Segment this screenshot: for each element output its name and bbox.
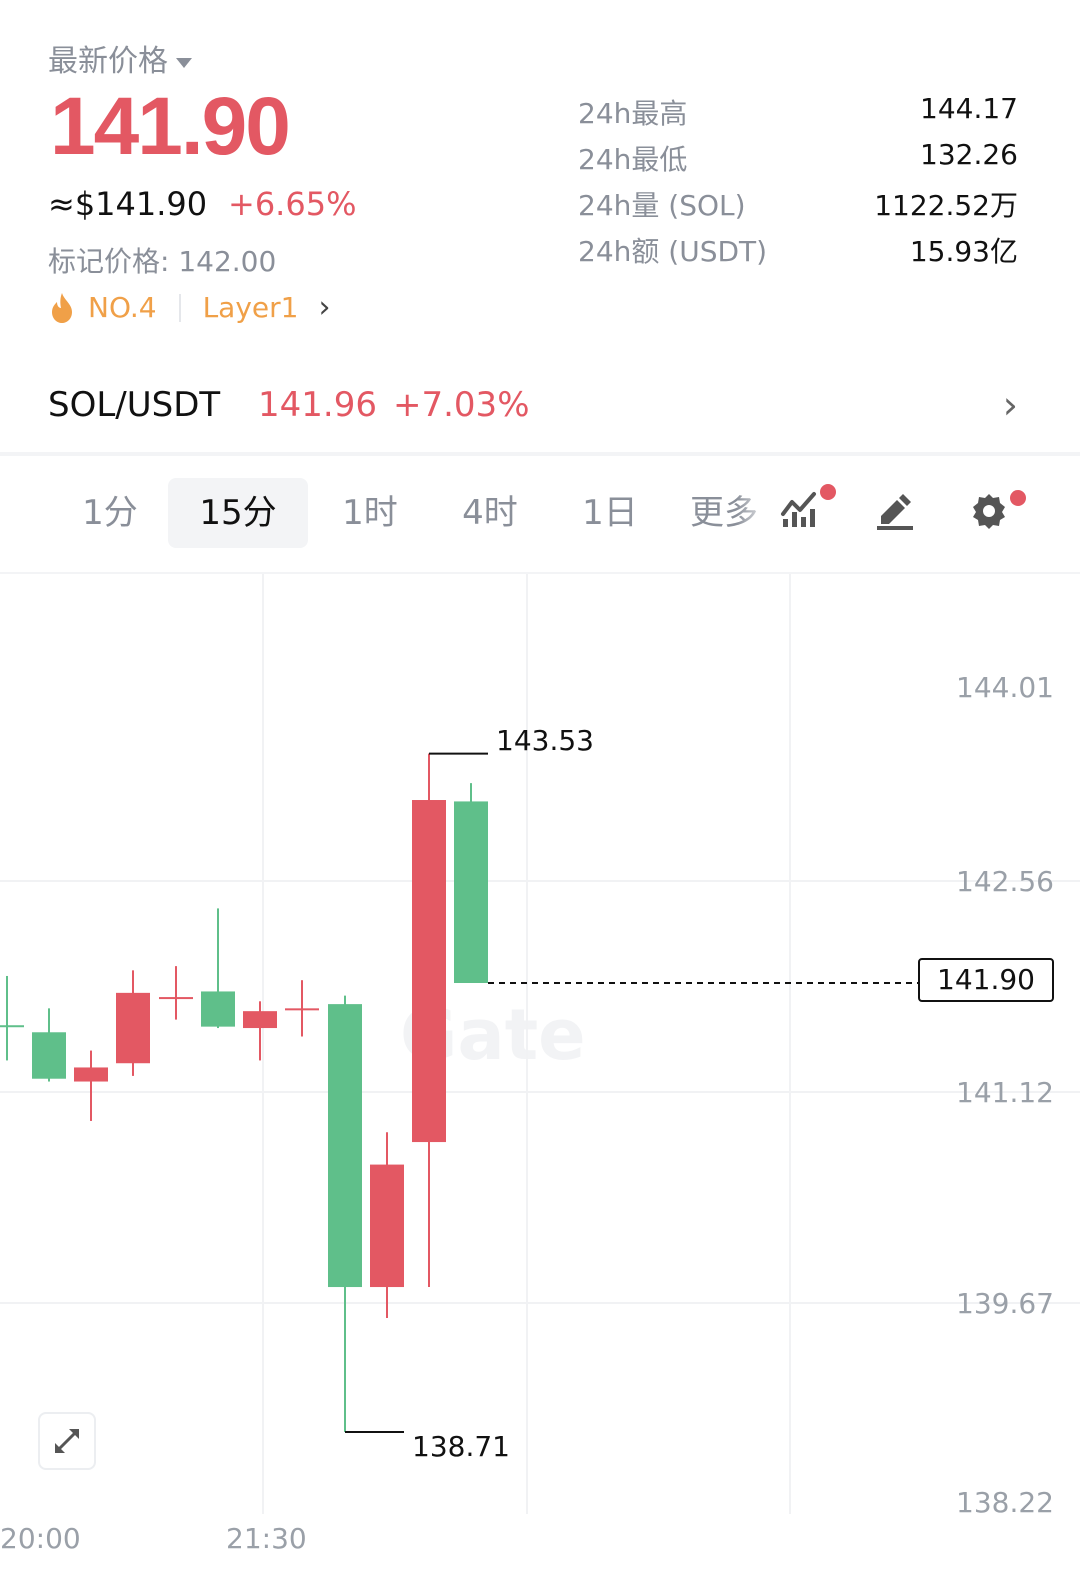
section-divider — [0, 452, 1080, 456]
candle-body — [116, 992, 150, 1064]
tab-4h[interactable]: 4时 — [440, 478, 540, 548]
stat-label: 24h最高 — [578, 97, 688, 130]
candle-body — [74, 1067, 108, 1082]
stat-row-low: 24h最低 132.26 — [578, 138, 1018, 178]
notification-dot — [1010, 490, 1026, 506]
x-tick-label: 20:00 — [0, 1522, 81, 1555]
candle-body — [454, 801, 488, 984]
draw-button[interactable] — [875, 492, 915, 534]
stat-row-amount: 24h额 (USDT) 15.93亿 — [578, 230, 1018, 270]
stat-row-high: 24h最高 144.17 — [578, 92, 1018, 132]
settings-icon — [973, 494, 1005, 529]
latest-price-text: 最新价格 — [48, 44, 168, 79]
candle-body — [328, 1004, 362, 1288]
mark-price: 标记价格: 142.00 — [48, 245, 277, 278]
tab-1h[interactable]: 1时 — [320, 478, 420, 548]
candle-body — [32, 1032, 66, 1079]
stat-row-volume: 24h量 (SOL) 1122.52万 — [578, 184, 1018, 224]
candle-body — [370, 1164, 404, 1288]
tab-1d[interactable]: 1日 — [560, 478, 660, 548]
pair-name: SOL/USDT — [48, 385, 221, 425]
tab-more[interactable]: 更多 — [690, 478, 774, 548]
rank-tag: NO.4 — [88, 291, 157, 324]
stat-label: 24h量 (SOL) — [578, 189, 746, 222]
notification-dot — [820, 484, 836, 500]
settings-button[interactable] — [970, 490, 1026, 534]
stat-value: 132.26 — [920, 138, 1018, 171]
tag-row[interactable]: NO.4 Layer1 › — [48, 290, 330, 325]
change-percent: +6.65% — [228, 185, 357, 223]
current-price-tag: 141.90 — [918, 958, 1054, 1002]
fire-icon — [52, 292, 72, 323]
candlestick-chart[interactable]: Gate 144.01 142.56 141.12 139.67 138.22 … — [0, 574, 1080, 1589]
interval-tabs: 1分 15分 1时 4时 1日 更多 — [0, 470, 1080, 560]
candle-body — [243, 1011, 277, 1029]
chevron-right-icon: › — [1002, 383, 1018, 427]
tab-15m[interactable]: 15分 — [168, 478, 308, 548]
x-tick-label: 21:30 — [226, 1522, 307, 1555]
pair-row[interactable]: SOL/USDT 141.96 +7.03% › — [48, 383, 1018, 435]
y-tick-label: 142.56 — [956, 865, 1054, 898]
candle-body — [285, 1008, 319, 1011]
low-marker-label: 138.71 — [412, 1430, 510, 1463]
y-tick-label: 139.67 — [956, 1287, 1054, 1320]
usd-price: ≈$141.90 — [48, 185, 208, 223]
stat-value: 15.93亿 — [909, 235, 1018, 268]
draw-icon — [877, 494, 913, 530]
stat-value: 1122.52万 — [874, 189, 1018, 222]
indicator-icon — [781, 492, 816, 527]
y-tick-label: 144.01 — [956, 671, 1054, 704]
stat-label: 24h额 (USDT) — [578, 235, 768, 268]
main-price: 141.90 — [50, 81, 291, 172]
candle-body — [201, 991, 235, 1027]
high-marker-label: 143.53 — [496, 724, 594, 757]
expand-button[interactable] — [38, 1412, 96, 1470]
stat-value: 144.17 — [920, 92, 1018, 125]
candle-body — [0, 1025, 24, 1028]
candle-body — [159, 997, 193, 1000]
caret-down-icon — [176, 57, 192, 68]
expand-icon — [54, 1428, 80, 1454]
pair-change: +7.03% — [393, 385, 530, 425]
indicator-button[interactable] — [780, 484, 836, 532]
y-tick-label: 141.12 — [956, 1076, 1054, 1109]
tag-divider — [178, 293, 181, 322]
stat-label: 24h最低 — [578, 143, 688, 176]
latest-price-label[interactable]: 最新价格 — [48, 36, 192, 80]
y-tick-label: 138.22 — [956, 1486, 1054, 1519]
pair-price: 141.96 — [258, 385, 377, 425]
candle-body — [412, 800, 446, 1143]
tab-1m[interactable]: 1分 — [62, 478, 158, 548]
chevron-right-icon: › — [318, 290, 331, 325]
category-tag: Layer1 — [202, 291, 299, 324]
